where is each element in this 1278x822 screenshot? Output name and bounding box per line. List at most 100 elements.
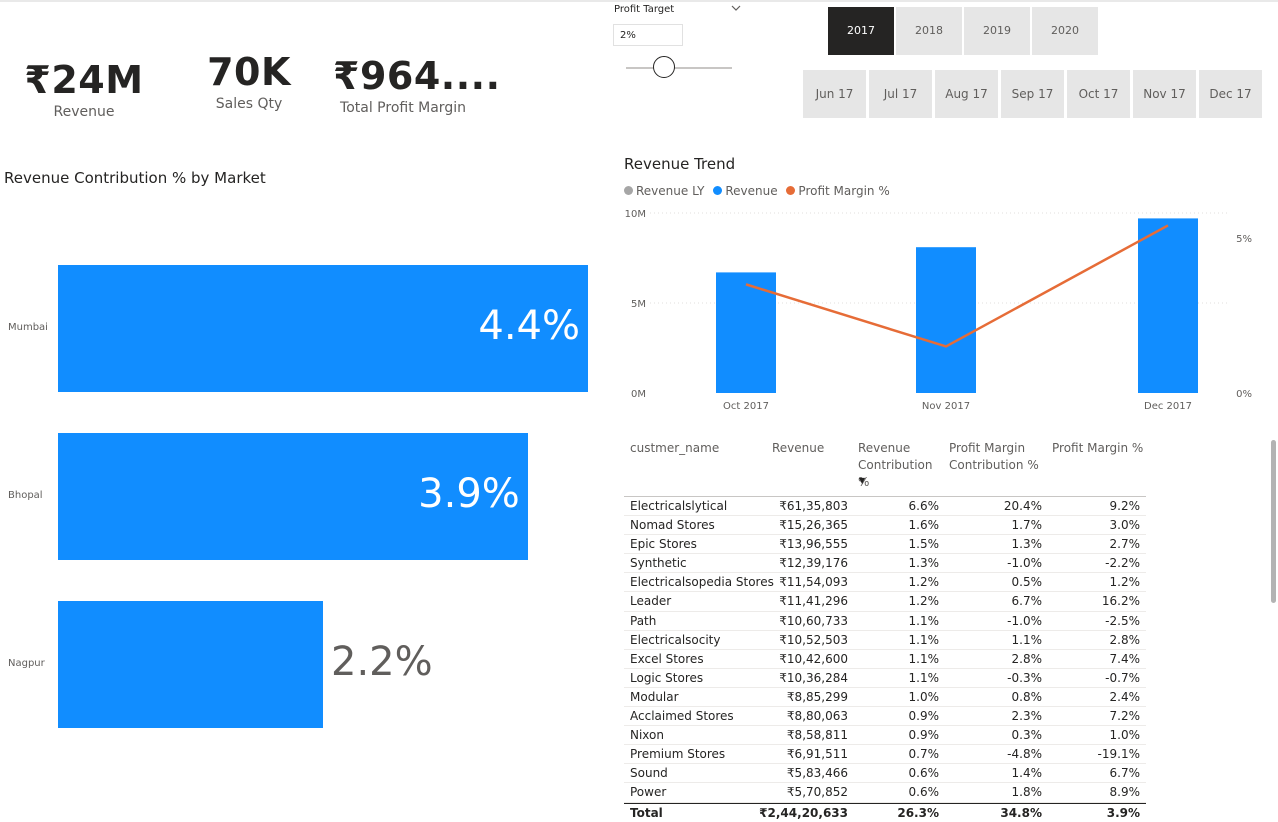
column-header-profit-margin-contribution[interactable]: Profit Margin Contribution % [949, 440, 1049, 474]
table-row[interactable]: Electricalsocity ₹10,52,503 1.1% 1.1% 2.8% [624, 631, 1146, 650]
cell-customer: Nixon [630, 728, 664, 743]
table-row[interactable]: Excel Stores ₹10,42,600 1.1% 2.8% 7.4% [624, 650, 1146, 669]
profit-target-slider-handle[interactable] [653, 56, 675, 78]
cell-revenue-contribution: 0.6% [908, 785, 940, 800]
cell-profit-margin-contribution: 1.4% [1011, 766, 1043, 781]
legend-dot-icon [713, 186, 723, 195]
kpi-value: 70K [207, 50, 291, 94]
cell-revenue-contribution: 1.1% [908, 613, 940, 628]
cell-profit-margin-contribution: 1.1% [1011, 632, 1043, 647]
table-row[interactable]: Power ₹5,70,852 0.6% 1.8% 8.9% [624, 783, 1146, 803]
kpi-label: Revenue [53, 104, 115, 120]
table-row[interactable]: Nixon ₹8,58,811 0.9% 0.3% 1.0% [624, 726, 1146, 746]
cell-customer: Modular [630, 689, 679, 704]
table-body: Electricalslytical ₹61,35,803 6.6% 20.4% 9.2… [624, 497, 1146, 803]
table-row[interactable]: Logic Stores ₹10,36,284 1.1% -0.3% -0.7% [624, 669, 1146, 688]
cell-profit-margin: 2.7% [1109, 537, 1141, 552]
year-tile[interactable]: 2020 [1032, 7, 1098, 55]
column-header-profit-margin[interactable]: Profit Margin % [1052, 440, 1143, 457]
legend-label: Revenue [725, 184, 778, 198]
cell-revenue: ₹8,80,063 [786, 709, 848, 724]
kpi-sales-qty-card: 70K Sales Qty [193, 50, 305, 112]
legend-dot-icon [624, 186, 633, 195]
month-tile[interactable]: Nov 17 [1133, 70, 1196, 118]
profit-target-input[interactable]: 2% [613, 24, 683, 46]
table-row[interactable]: Nomad Stores ₹15,26,365 1.6% 1.7% 3.0% [624, 516, 1146, 536]
revenue-bar[interactable] [916, 247, 976, 393]
column-header-revenue-contribution[interactable]: Revenue Contribution % [858, 440, 938, 491]
legend-item-revenue[interactable]: Revenue [713, 184, 778, 198]
column-header-customer[interactable]: custmer_name [630, 440, 719, 457]
cell-profit-margin-contribution: 0.5% [1011, 575, 1043, 590]
month-tile[interactable]: Aug 17 [935, 70, 998, 118]
legend-item-profit-margin[interactable]: Profit Margin % [786, 184, 890, 198]
month-tile[interactable]: Jul 17 [869, 70, 932, 118]
cell-revenue-contribution: 1.1% [908, 651, 940, 666]
legend-item-revenue-ly[interactable]: Revenue LY [624, 184, 705, 198]
cell-profit-margin: 2.4% [1109, 689, 1141, 704]
cell-revenue-contribution: 1.0% [908, 689, 940, 704]
table-row[interactable]: Electricalsopedia Stores ₹11,54,093 1.2% 0.… [624, 573, 1146, 593]
trend-chart-title: Revenue Trend [624, 155, 736, 173]
cell-revenue: ₹12,39,176 [779, 556, 848, 571]
profit-target-slider-track[interactable] [626, 67, 732, 69]
market-bar[interactable] [58, 601, 323, 728]
market-chart-title: Revenue Contribution % by Market [4, 169, 266, 187]
cell-revenue-contribution: 0.9% [908, 709, 940, 724]
cell-customer: Synthetic [630, 556, 687, 571]
total-label: Total [630, 805, 663, 820]
table-row[interactable]: Acclaimed Stores ₹8,80,063 0.9% 2.3% 7.2% [624, 707, 1146, 727]
table-scrollbar[interactable] [1271, 440, 1276, 603]
total-profit-margin: 3.9% [1106, 805, 1140, 820]
month-tile[interactable]: Sep 17 [1001, 70, 1064, 118]
cell-revenue-contribution: 0.6% [908, 766, 940, 781]
cell-customer: Sound [630, 766, 668, 781]
cell-revenue-contribution: 0.9% [908, 728, 940, 743]
cell-revenue-contribution: 1.6% [908, 518, 940, 533]
kpi-profit-margin-card: ₹964.... Total Profit Margin [333, 54, 501, 116]
table-row[interactable]: Modular ₹8,85,299 1.0% 0.8% 2.4% [624, 688, 1146, 708]
total-revenue-contribution: 26.3% [897, 805, 939, 820]
table-row[interactable]: Electricalslytical ₹61,35,803 6.6% 20.4% 9.2… [624, 497, 1146, 517]
table-row[interactable]: Premium Stores ₹6,91,511 0.7% -4.8% -19.1% [624, 745, 1146, 765]
revenue-bar[interactable] [1138, 218, 1198, 393]
kpi-value: ₹964.... [333, 54, 501, 98]
cell-profit-margin: 9.2% [1109, 499, 1141, 513]
chevron-down-icon[interactable] [731, 2, 741, 16]
cell-revenue: ₹6,91,511 [786, 747, 848, 762]
cell-revenue-contribution: 0.7% [908, 747, 940, 762]
cell-profit-margin-contribution: -1.0% [1007, 556, 1042, 571]
cell-profit-margin: 1.2% [1109, 575, 1141, 590]
month-tile[interactable]: Dec 17 [1199, 70, 1262, 118]
table-row[interactable]: Epic Stores ₹13,96,555 1.5% 1.3% 2.7% [624, 535, 1146, 555]
cell-profit-margin-contribution: -4.8% [1007, 747, 1042, 762]
year-tile[interactable]: 2018 [896, 7, 962, 55]
cell-customer: Electricalsopedia Stores [630, 575, 774, 590]
cell-profit-margin: 7.2% [1109, 709, 1141, 724]
top-divider [0, 0, 1278, 2]
cell-revenue-contribution: 1.3% [908, 556, 940, 571]
month-tile[interactable]: Jun 17 [803, 70, 866, 118]
cell-profit-margin-contribution: 0.8% [1011, 689, 1043, 704]
cell-customer: Nomad Stores [630, 518, 715, 533]
cell-customer: Epic Stores [630, 537, 697, 552]
month-tile[interactable]: Oct 17 [1067, 70, 1130, 118]
trend-legend: Revenue LY Revenue Profit Margin % [624, 184, 895, 198]
table-row[interactable]: Path ₹10,60,733 1.1% -1.0% -2.5% [624, 612, 1146, 631]
cell-revenue: ₹5,83,466 [786, 766, 848, 781]
y2-tick-label: 5% [1236, 234, 1252, 245]
cell-revenue: ₹10,52,503 [779, 632, 848, 647]
cell-profit-margin-contribution: -0.3% [1007, 670, 1042, 685]
table-row[interactable]: Sound ₹5,83,466 0.6% 1.4% 6.7% [624, 764, 1146, 784]
column-header-revenue[interactable]: Revenue [772, 440, 824, 457]
table-row[interactable]: Synthetic ₹12,39,176 1.3% -1.0% -2.2% [624, 554, 1146, 574]
cell-revenue-contribution: 1.2% [908, 594, 940, 609]
year-tile[interactable]: 2017 [828, 7, 894, 55]
sort-descending-icon[interactable]: ▼ [859, 476, 865, 485]
y-tick-label: 0M [631, 389, 646, 400]
year-tile[interactable]: 2019 [964, 7, 1030, 55]
cell-customer: Power [630, 785, 667, 800]
kpi-label: Sales Qty [215, 96, 283, 112]
table-row[interactable]: Leader ₹11,41,296 1.2% 6.7% 16.2% [624, 592, 1146, 612]
legend-label: Revenue LY [636, 184, 705, 198]
